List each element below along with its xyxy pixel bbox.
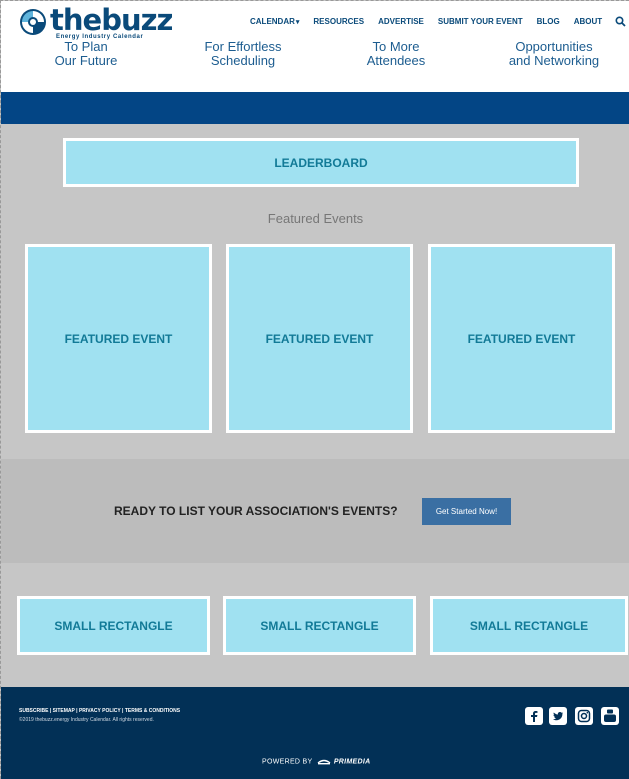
leaderboard-ad[interactable]: LEADERBOARD bbox=[63, 138, 579, 187]
benefit-attendees: To More Attendees bbox=[359, 40, 433, 68]
small-rectangle-ad[interactable]: SMALL RECTANGLE bbox=[223, 596, 416, 655]
nav-submit-your-event[interactable]: SUBMIT YOUR EVENT bbox=[438, 17, 523, 26]
benefits-strip: To Plan Our Future For Effortless Schedu… bbox=[1, 40, 629, 92]
footer-links: SUBSCRIBE | SITEMAP | PRIVACY POLICY | T… bbox=[19, 708, 181, 714]
page: thebuzz Energy Industry Calendar CALENDA… bbox=[0, 0, 629, 779]
youtube-glyph bbox=[604, 709, 616, 722]
logo-wordmark: thebuzz bbox=[50, 3, 173, 37]
benefit-plan: To Plan Our Future bbox=[54, 40, 118, 68]
facebook-glyph bbox=[531, 711, 538, 722]
copyright-text: ©2019 thebuzz.energy Industry Calendar. … bbox=[19, 717, 154, 723]
primedia-logo-icon bbox=[317, 759, 331, 765]
footer-link-subscribe[interactable]: SUBSCRIBE bbox=[19, 708, 48, 714]
search-icon[interactable] bbox=[615, 16, 626, 27]
nav-resources[interactable]: RESOURCES bbox=[313, 17, 364, 26]
small-rectangle-ad[interactable]: SMALL RECTANGLE bbox=[430, 596, 628, 655]
instagram-icon[interactable] bbox=[575, 707, 593, 725]
benefit-line: Attendees bbox=[366, 53, 426, 68]
featured-event-ad[interactable]: FEATURED EVENT bbox=[25, 244, 212, 433]
twitter-glyph bbox=[553, 712, 563, 721]
nav-about[interactable]: ABOUT bbox=[574, 17, 602, 26]
nav-calendar[interactable]: CALENDAR bbox=[250, 17, 299, 26]
nav-blog[interactable]: BLOG bbox=[537, 17, 560, 26]
instagram-glyph bbox=[577, 709, 591, 723]
small-rectangle-ad[interactable]: SMALL RECTANGLE bbox=[17, 596, 210, 655]
logo-name-left: the bbox=[50, 3, 102, 37]
logo-name-right: buzz bbox=[101, 3, 173, 37]
footer-link-sitemap[interactable]: SITEMAP bbox=[53, 708, 75, 714]
benefit-line: For Effortless bbox=[204, 39, 282, 54]
blue-divider-band bbox=[1, 92, 629, 124]
footer-link-privacy-policy[interactable]: PRIVACY POLICY bbox=[79, 708, 121, 714]
featured-events-heading: Featured Events bbox=[267, 211, 364, 226]
logo[interactable]: thebuzz Energy Industry Calendar bbox=[18, 3, 173, 41]
main-nav: CALENDAR RESOURCES ADVERTISE SUBMIT YOUR… bbox=[250, 17, 616, 26]
benefit-line: Scheduling bbox=[210, 53, 276, 68]
benefit-line: To Plan bbox=[64, 39, 108, 54]
facebook-icon[interactable] bbox=[525, 707, 543, 725]
featured-event-ad[interactable]: FEATURED EVENT bbox=[428, 244, 615, 433]
footer-link-terms[interactable]: TERMS & CONDITIONS bbox=[125, 708, 180, 714]
get-started-button[interactable]: Get Started Now! bbox=[422, 498, 511, 525]
benefit-line: and Networking bbox=[508, 53, 600, 68]
cta-text: READY TO LIST YOUR ASSOCIATION'S EVENTS? bbox=[114, 504, 398, 518]
benefit-line: Our Future bbox=[54, 53, 118, 68]
primedia-brand[interactable]: PRIMEDIA bbox=[334, 758, 371, 765]
powered-by-label: POWERED BY bbox=[262, 758, 313, 766]
benefit-line: Opportunities bbox=[515, 39, 593, 54]
powered-by: POWERED BY PRIMEDIA bbox=[262, 758, 370, 765]
nav-advertise[interactable]: ADVERTISE bbox=[378, 17, 424, 26]
benefit-scheduling: For Effortless Scheduling bbox=[198, 40, 288, 68]
logo-mark-icon bbox=[20, 9, 46, 35]
benefit-line: To More bbox=[372, 39, 420, 54]
featured-event-ad[interactable]: FEATURED EVENT bbox=[226, 244, 413, 433]
youtube-icon[interactable] bbox=[601, 707, 619, 725]
benefit-networking: Opportunities and Networking bbox=[501, 40, 607, 68]
twitter-icon[interactable] bbox=[549, 707, 567, 725]
